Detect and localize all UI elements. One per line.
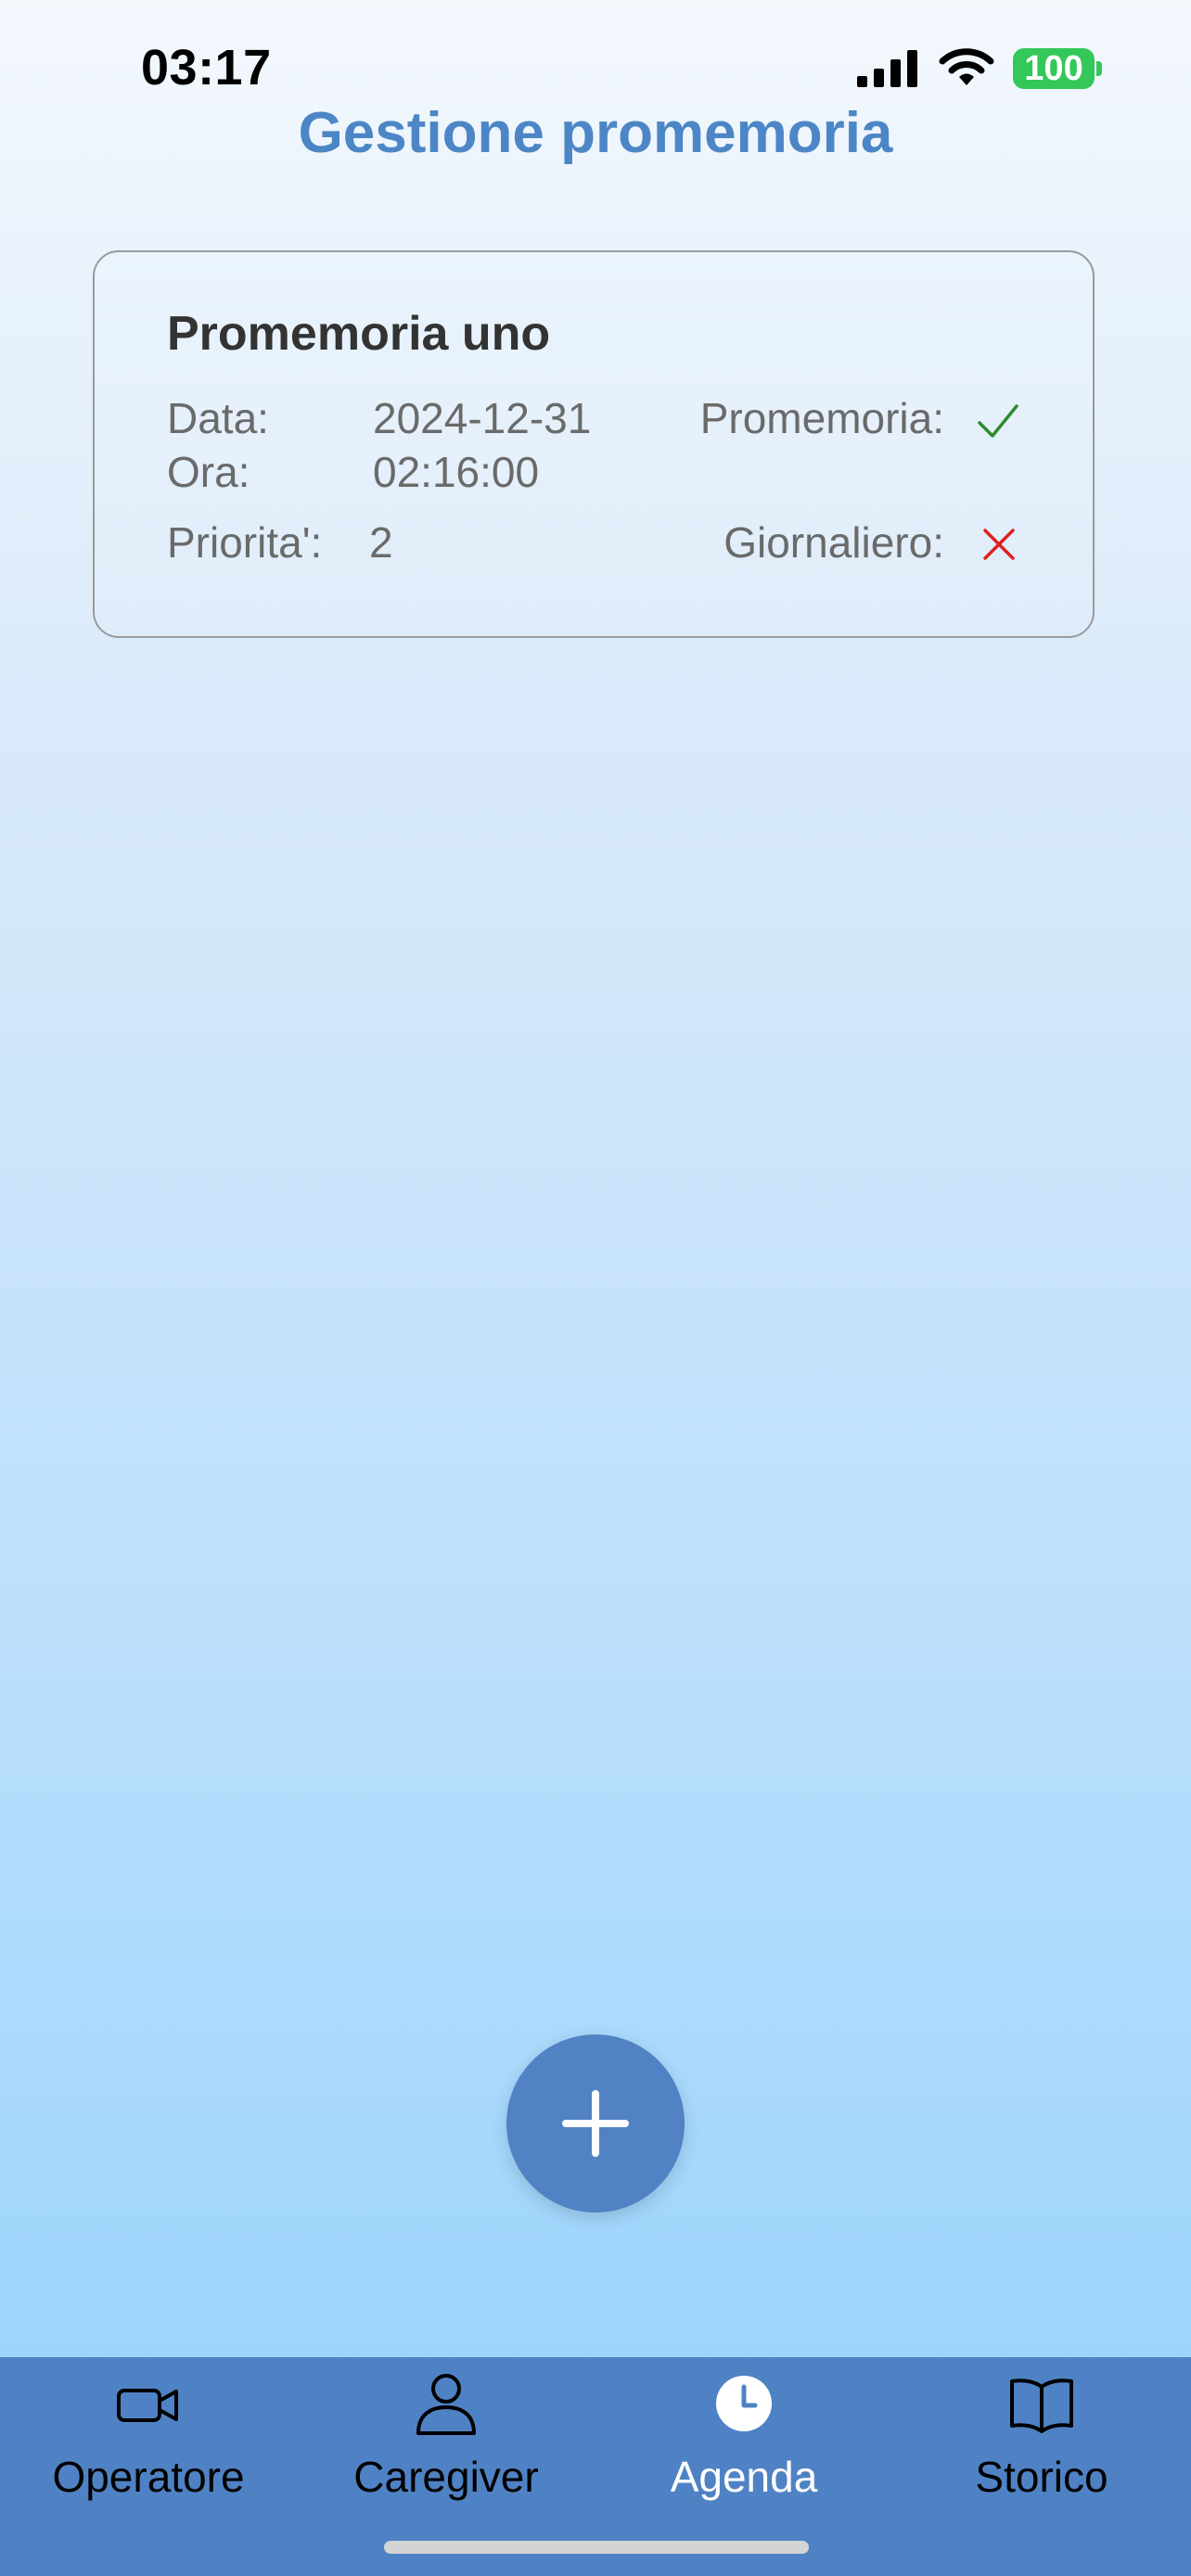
date-value: 2024-12-31 [373,394,592,442]
promemoria-label: Promemoria: [699,394,944,442]
tab-label: Operatore [52,2453,245,2501]
time-label: Ora: [167,448,250,496]
tab-operatore[interactable]: Operatore [0,2357,297,2524]
home-indicator[interactable] [384,2541,809,2554]
giornaliero-label: Giornaliero: [724,518,944,567]
reminder-card[interactable]: Promemoria uno Data: 2024-12-31 Ora: 02:… [93,250,1095,638]
clock-icon [716,2376,772,2431]
cross-icon [983,529,1015,560]
battery-tip [1096,61,1102,76]
tab-label: Caregiver [353,2453,539,2501]
cellular-signal-icon [857,50,917,87]
time-value: 02:16:00 [373,448,540,496]
tab-storico[interactable]: Storico [893,2357,1190,2524]
tab-caregiver[interactable]: Caregiver [298,2357,595,2524]
book-icon [1010,2378,1073,2433]
wifi-icon [939,48,994,85]
video-camera-icon [117,2389,178,2422]
reminder-title: Promemoria uno [167,307,551,361]
tab-label: Agenda [670,2453,818,2501]
tab-agenda[interactable]: Agenda [596,2357,892,2524]
battery-level: 100 [1024,48,1083,88]
page-title: Gestione promemoria [298,101,893,165]
add-reminder-button[interactable] [506,2034,685,2213]
priority-value: 2 [369,518,393,567]
plus-icon [562,2090,629,2157]
priority-label: Priorita': [167,518,323,567]
person-icon [416,2374,476,2435]
check-icon [978,404,1018,438]
tab-label: Storico [975,2453,1108,2501]
date-label: Data: [167,394,269,442]
status-time: 03:17 [141,40,272,96]
battery-icon: 100 [1013,48,1095,89]
